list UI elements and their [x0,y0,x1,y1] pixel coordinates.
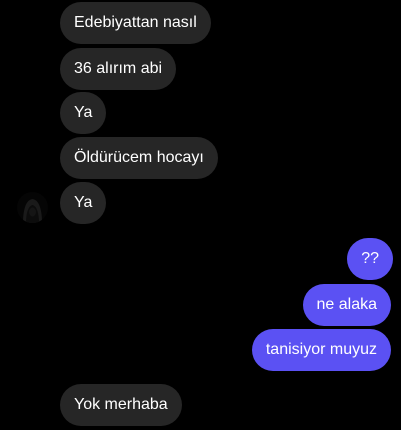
message-text: Ya [74,194,93,211]
profile-avatar-icon[interactable] [17,192,48,223]
message-text: Ya [74,104,93,121]
message-text: tanisiyor muyuz [265,341,377,358]
outgoing-message[interactable]: tanisiyor muyuz [251,329,391,371]
message-text: ne alaka [316,296,378,313]
incoming-message[interactable]: 36 alırım abi [60,48,177,90]
message-text: Öldürücem hocayı [74,149,204,166]
outgoing-message[interactable]: ne alaka [302,284,391,326]
incoming-message[interactable]: Ya [60,182,107,224]
message-text: ?? [361,250,379,267]
incoming-message[interactable]: Öldürücem hocayı [60,137,218,179]
incoming-message[interactable]: Ya [60,92,107,134]
outgoing-message[interactable]: ?? [347,238,393,280]
incoming-message[interactable]: Yok merhaba [60,384,182,426]
message-text: Edebiyattan nasıl [74,14,197,31]
incoming-message[interactable]: Edebiyattan nasıl [60,2,211,44]
message-text: Yok merhaba [74,396,168,413]
message-text: 36 alırım abi [74,60,163,77]
